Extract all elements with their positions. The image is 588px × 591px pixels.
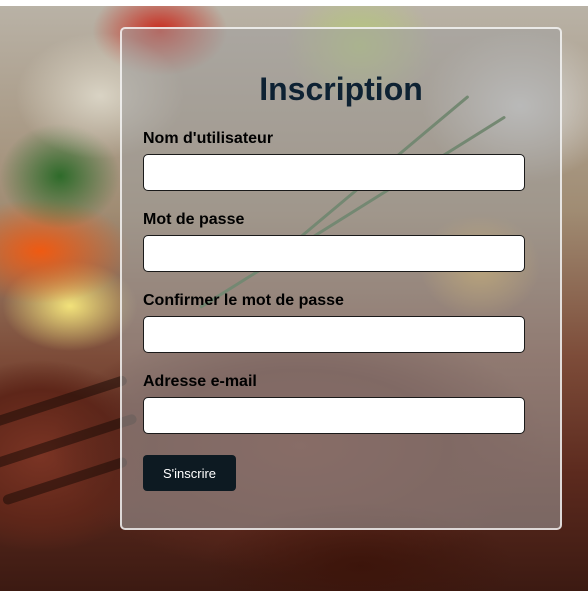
grill-mark bbox=[0, 374, 129, 428]
form-title: Inscription bbox=[259, 71, 423, 107]
registration-form-card: Inscription Nom d'utilisateur Mot de pas… bbox=[120, 27, 562, 530]
grill-mark bbox=[1, 456, 129, 506]
password-label: Mot de passe bbox=[143, 211, 245, 228]
password-input[interactable] bbox=[143, 235, 525, 272]
confirm-password-label: Confirmer le mot de passe bbox=[143, 292, 344, 309]
email-input[interactable] bbox=[143, 397, 525, 434]
username-label: Nom d'utilisateur bbox=[143, 130, 274, 147]
username-input[interactable] bbox=[143, 154, 525, 191]
signup-button[interactable]: S'inscrire bbox=[143, 455, 236, 491]
confirm-password-input[interactable] bbox=[143, 316, 525, 353]
email-label: Adresse e-mail bbox=[143, 373, 257, 390]
